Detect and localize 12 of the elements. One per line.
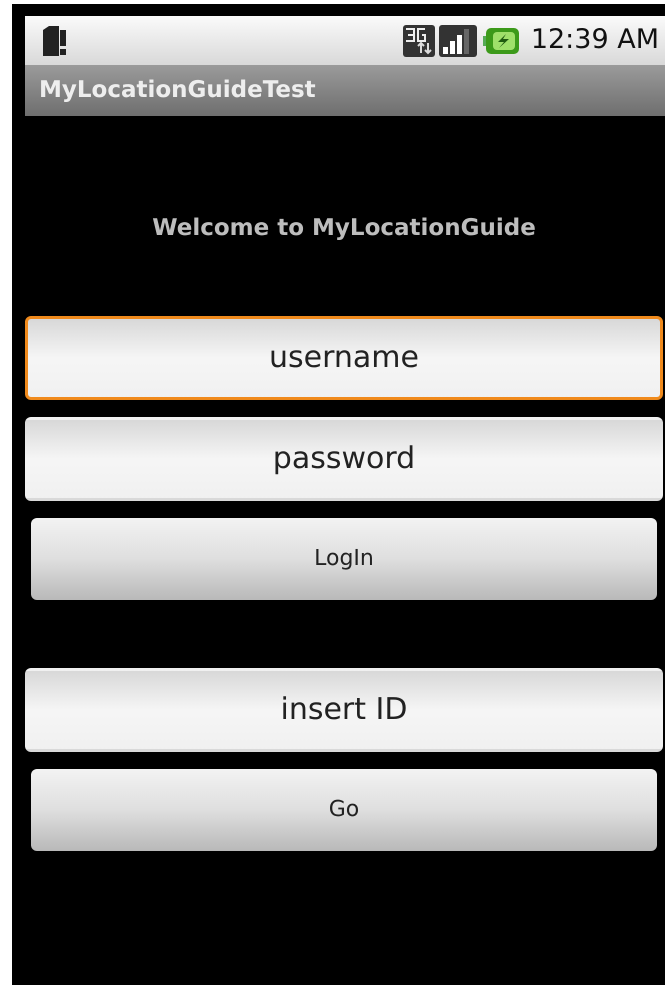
text-field[interactable]: password <box>25 416 663 500</box>
app-title: MyLocationGuideTest <box>39 76 316 106</box>
battery-charging-icon <box>482 28 519 54</box>
signal-icon <box>438 24 477 56</box>
sd-card-alert-icon <box>41 26 67 56</box>
text-field[interactable]: insert ID <box>25 668 663 752</box>
text-button[interactable]: Go <box>31 768 657 850</box>
3g-data-icon <box>402 24 435 56</box>
welcome-text: Welcome to MyLocationGuide <box>152 214 536 243</box>
text-field[interactable]: username <box>25 316 663 400</box>
clock-time: 12:39 AM <box>530 23 659 58</box>
text-button[interactable]: LogIn <box>31 518 657 600</box>
